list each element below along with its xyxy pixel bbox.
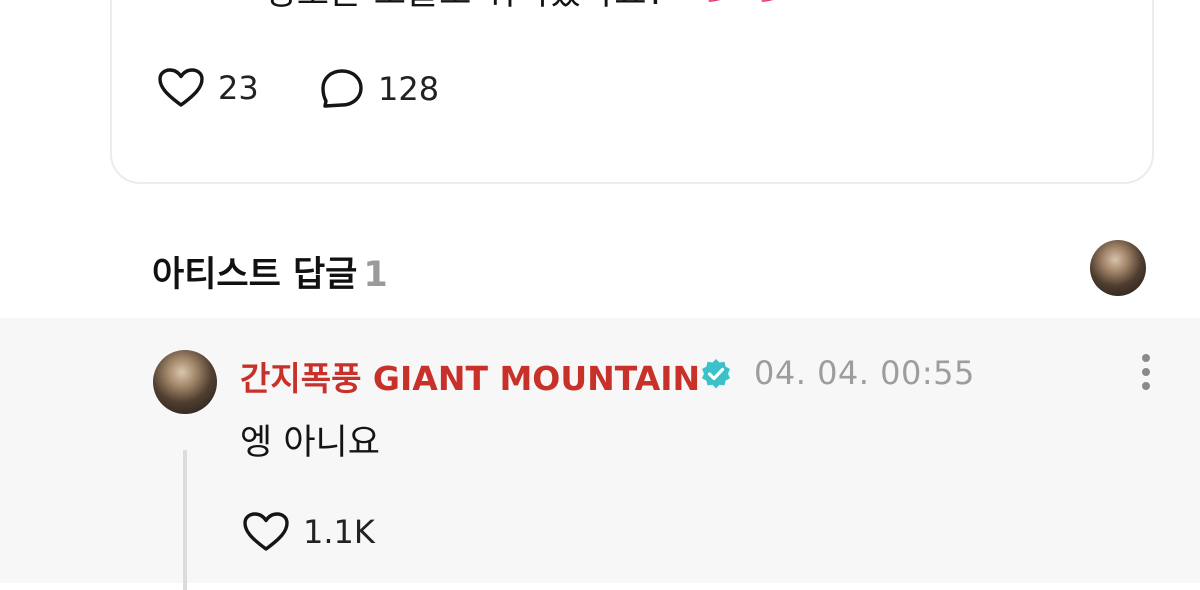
heart-icon	[158, 68, 204, 107]
artist-replies-header: 아티스트 답글 1	[152, 246, 388, 297]
artist-avatar-small[interactable]	[1090, 240, 1146, 296]
reply-author-avatar[interactable]	[153, 350, 217, 414]
post-card: 성호는 오늘도 귀여웠나요? 💕 💕 23 128	[110, 0, 1154, 184]
post-like-count: 23	[218, 69, 259, 107]
verified-badge-icon	[702, 359, 730, 389]
artist-replies-count: 1	[363, 255, 388, 295]
hearts-emoji: 💕 💕	[702, 0, 797, 4]
comment-bubble-icon	[321, 69, 363, 108]
reply-author-name[interactable]: 간지폭풍 GIANT MOUNTAIN	[240, 352, 700, 400]
thread-line	[183, 450, 187, 590]
post-comment-button[interactable]: 128	[320, 68, 439, 110]
heart-icon	[243, 512, 289, 551]
post-comment-count: 128	[378, 70, 440, 108]
more-vertical-icon[interactable]	[1136, 354, 1156, 394]
reply-timestamp: 04. 04. 00:55	[754, 354, 975, 392]
reply-like-button[interactable]: 1.1K	[243, 512, 375, 552]
reply-like-count: 1.1K	[303, 513, 375, 551]
artist-replies-title: 아티스트 답글	[152, 255, 358, 295]
post-like-button[interactable]: 23	[158, 68, 259, 108]
post-text: 성호는 오늘도 귀여웠나요?	[264, 0, 666, 15]
reply-text: 엥 아니요	[240, 423, 380, 463]
artist-reply: 간지폭풍 GIANT MOUNTAIN 04. 04. 00:55 엥 아니요 …	[0, 318, 1200, 590]
